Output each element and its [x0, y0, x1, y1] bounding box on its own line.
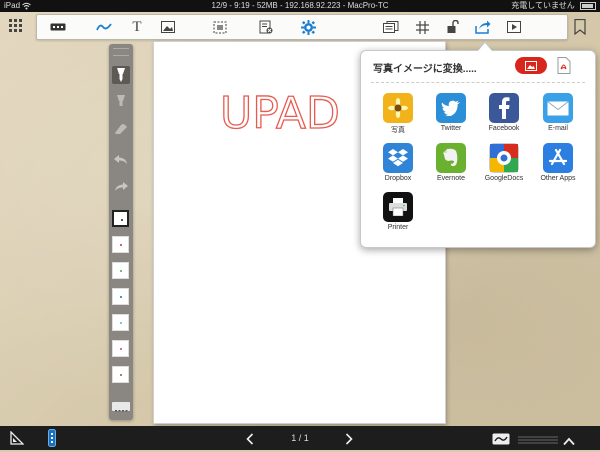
previous-page-icon[interactable] [246, 432, 254, 450]
color-swatch[interactable] [112, 210, 129, 227]
swatch-color-dot [120, 348, 122, 350]
text-icon: T [132, 18, 142, 35]
app-label-googledocs: GoogleDocs [484, 175, 524, 182]
share-app-evernote[interactable]: Evernote [426, 143, 476, 182]
share-icon[interactable] [474, 18, 492, 36]
popover-divider [371, 82, 585, 83]
undo-icon[interactable] [112, 151, 130, 169]
image-icon[interactable] [159, 18, 177, 36]
tool-palette [109, 44, 133, 420]
zoom-area-lines [518, 433, 558, 451]
status-center-text: 12/9 - 9:19 - 52MB - 192.168.92.223 - Ma… [211, 1, 389, 10]
color-swatch[interactable] [112, 340, 129, 357]
googledocs-icon [489, 143, 519, 173]
next-page-icon[interactable] [345, 432, 353, 450]
popover-title: 写真イメージに変換..... [373, 64, 477, 75]
color-swatch[interactable] [112, 236, 129, 253]
eraser-icon[interactable] [112, 120, 130, 138]
swatch-color-dot [120, 244, 122, 246]
swatch-color-dot [120, 374, 122, 376]
format-pdf-button[interactable] [557, 57, 571, 74]
app-label-facebook: Facebook [488, 125, 520, 132]
pen-marker-icon[interactable] [112, 66, 130, 84]
ruler-icon[interactable] [10, 430, 25, 450]
settings-icon[interactable] [299, 18, 317, 36]
page-indicator: 1 / 1 [291, 433, 309, 443]
page-scroll-handle[interactable] [48, 429, 56, 452]
color-swatch[interactable] [112, 288, 129, 305]
email-icon [543, 93, 573, 123]
pen-icon[interactable] [95, 18, 113, 36]
app-label-dropbox: Dropbox [384, 175, 412, 182]
format-image-button[interactable] [515, 57, 547, 74]
share-app-twitter[interactable]: Twitter [426, 93, 476, 132]
slideshow-icon[interactable] [505, 18, 523, 36]
pdf-icon [557, 57, 571, 74]
bookmark-icon[interactable] [574, 18, 586, 36]
swatch-color-dot [120, 322, 122, 324]
top-toolbar: T [36, 14, 568, 40]
swatch-color-dot [120, 296, 122, 298]
share-app-dropbox[interactable]: Dropbox [373, 143, 423, 182]
selection-icon[interactable] [211, 18, 229, 36]
share-app-email[interactable]: E-mail [533, 93, 583, 132]
expand-up-icon[interactable] [563, 433, 575, 451]
app-label-email: E-mail [548, 125, 568, 132]
share-app-googledocs[interactable]: GoogleDocs [479, 143, 529, 182]
palette-drag-handle[interactable] [113, 48, 129, 56]
photos-icon [383, 93, 413, 123]
share-app-photos[interactable]: 写真 [373, 93, 423, 135]
apps-grid-icon[interactable] [9, 19, 23, 33]
bottom-bar: 1 / 1 [0, 426, 600, 450]
battery-icon [580, 1, 596, 10]
swatch-color-dot [120, 270, 122, 272]
share-app-printer[interactable]: Printer [373, 192, 423, 231]
app-label-other-apps: Other Apps [540, 175, 576, 182]
clear-page-icon[interactable] [257, 18, 275, 36]
handwriting-text: UPAD [220, 88, 340, 139]
image-format-icon [525, 60, 537, 71]
app-label-photos: 写真 [391, 127, 405, 134]
share-app-other-apps[interactable]: Other Apps [533, 143, 583, 182]
app-label-evernote: Evernote [436, 175, 466, 182]
grid-icon[interactable] [413, 18, 431, 36]
appstore-icon [543, 143, 573, 173]
facebook-icon [489, 93, 519, 123]
color-swatch[interactable] [112, 366, 129, 383]
popover-arrow-inner [477, 43, 493, 52]
battery-status: 充電していません [511, 0, 596, 12]
battery-text: 充電していません [511, 1, 575, 10]
share-app-facebook[interactable]: Facebook [479, 93, 529, 132]
color-swatch[interactable] [112, 262, 129, 279]
app-label-twitter: Twitter [440, 125, 462, 132]
printer-icon [383, 192, 413, 222]
status-bar: iPad 12/9 - 9:19 - 52MB - 192.168.92.223… [0, 0, 600, 12]
color-swatch[interactable] [112, 314, 129, 331]
text-tool-button[interactable]: T [128, 18, 146, 36]
dropbox-icon [383, 143, 413, 173]
app-label-printer: Printer [387, 224, 409, 231]
templates-icon[interactable] [382, 18, 400, 36]
zoom-window-icon[interactable] [492, 432, 510, 450]
highlighter-icon[interactable] [112, 93, 130, 111]
lock-icon[interactable] [444, 18, 462, 36]
redo-icon[interactable] [112, 178, 130, 196]
share-popover: 写真イメージに変換..... 写真 Twitter Facebook E-mai… [360, 50, 596, 248]
palette-more-icon[interactable] [112, 402, 130, 412]
swatch-color-dot [121, 219, 123, 221]
twitter-icon [436, 93, 466, 123]
keyboard-icon[interactable] [49, 18, 67, 36]
evernote-icon [436, 143, 466, 173]
